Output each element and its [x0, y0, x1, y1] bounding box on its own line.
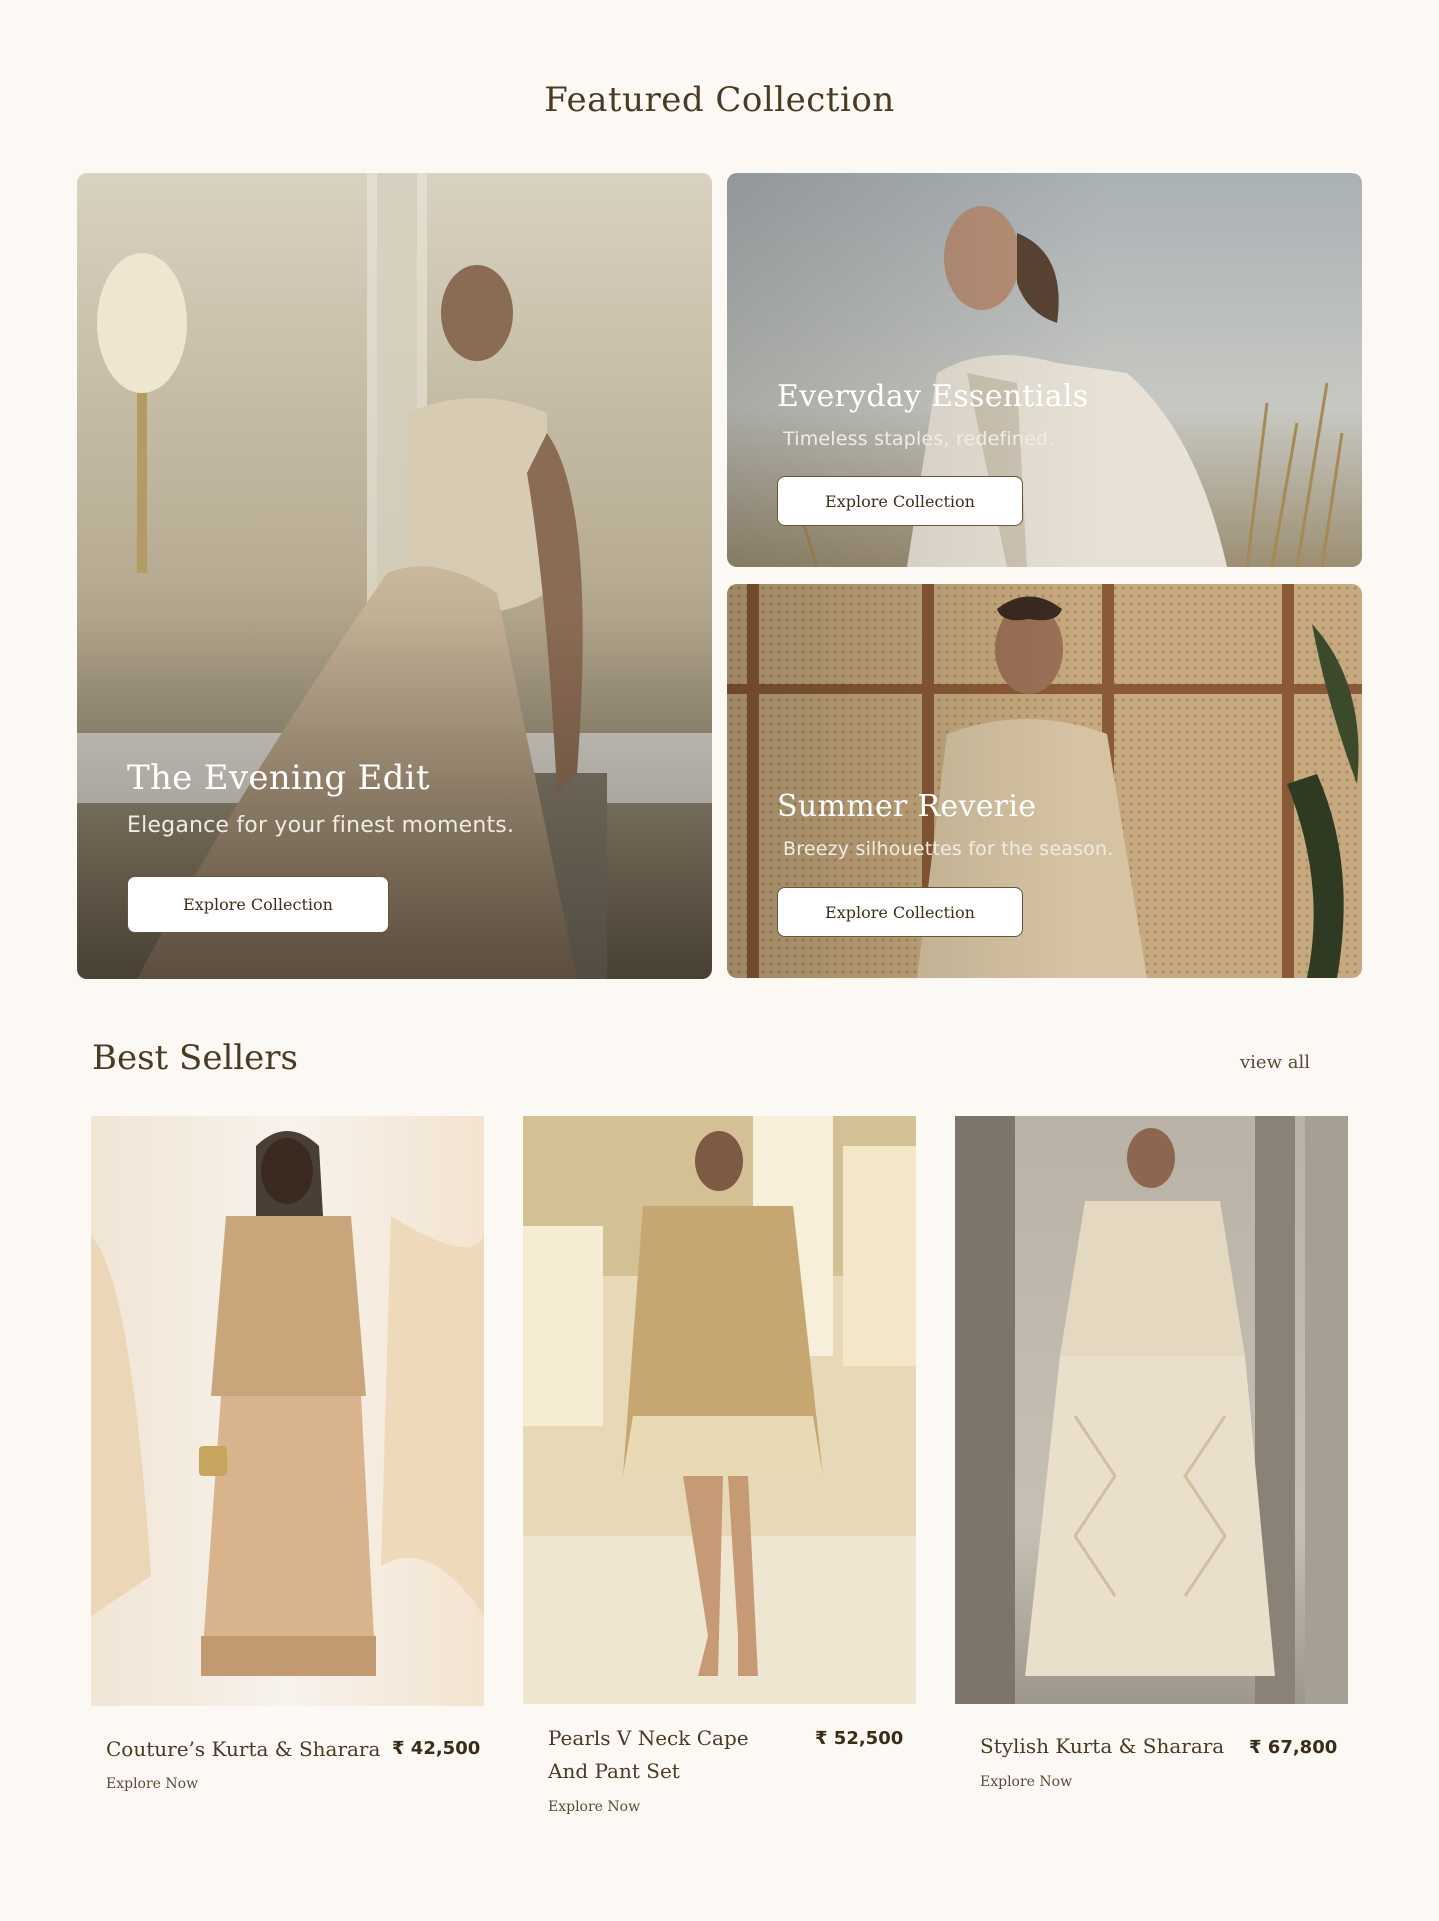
product-name[interactable]: Stylish Kurta & Sharara [980, 1730, 1224, 1763]
product-name-line-2: And Pant Set [548, 1759, 680, 1783]
featured-card-evening-edit[interactable]: The Evening Edit Elegance for your fines… [77, 173, 712, 979]
product-price: ₹ 67,800 [1249, 1737, 1338, 1758]
explore-now-link[interactable]: Explore Now [548, 1799, 640, 1815]
product-name[interactable]: Couture’s Kurta & Sharara [106, 1733, 380, 1766]
explore-collection-button[interactable]: Explore Collection [127, 876, 389, 933]
card-subtitle: Breezy silhouettes for the season. [783, 838, 1114, 860]
card-subtitle: Elegance for your finest moments. [127, 813, 515, 838]
explore-now-link[interactable]: Explore Now [980, 1774, 1072, 1790]
card-title: Summer Reverie [777, 789, 1037, 824]
product-image[interactable] [955, 1116, 1348, 1704]
best-sellers-title: Best Sellers [92, 1038, 299, 1078]
explore-collection-button[interactable]: Explore Collection [777, 887, 1023, 937]
product-price: ₹ 42,500 [392, 1738, 481, 1759]
product-name[interactable]: Pearls V Neck Cape And Pant Set [548, 1722, 749, 1788]
product-name-line-1: Pearls V Neck Cape [548, 1726, 749, 1750]
card-title: The Evening Edit [127, 758, 430, 798]
product-image[interactable] [523, 1116, 916, 1704]
card-title: Everyday Essentials [777, 379, 1089, 414]
featured-collection-title: Featured Collection [544, 80, 895, 120]
explore-collection-button[interactable]: Explore Collection [777, 476, 1023, 526]
product-price: ₹ 52,500 [815, 1728, 904, 1749]
explore-now-link[interactable]: Explore Now [106, 1776, 198, 1792]
card-subtitle: Timeless staples, redefined. [783, 428, 1055, 450]
product-image[interactable] [91, 1116, 484, 1706]
featured-card-everyday-essentials[interactable]: Everyday Essentials Timeless staples, re… [727, 173, 1362, 567]
view-all-link[interactable]: view all [1240, 1052, 1310, 1073]
featured-card-summer-reverie[interactable]: Summer Reverie Breezy silhouettes for th… [727, 584, 1362, 978]
